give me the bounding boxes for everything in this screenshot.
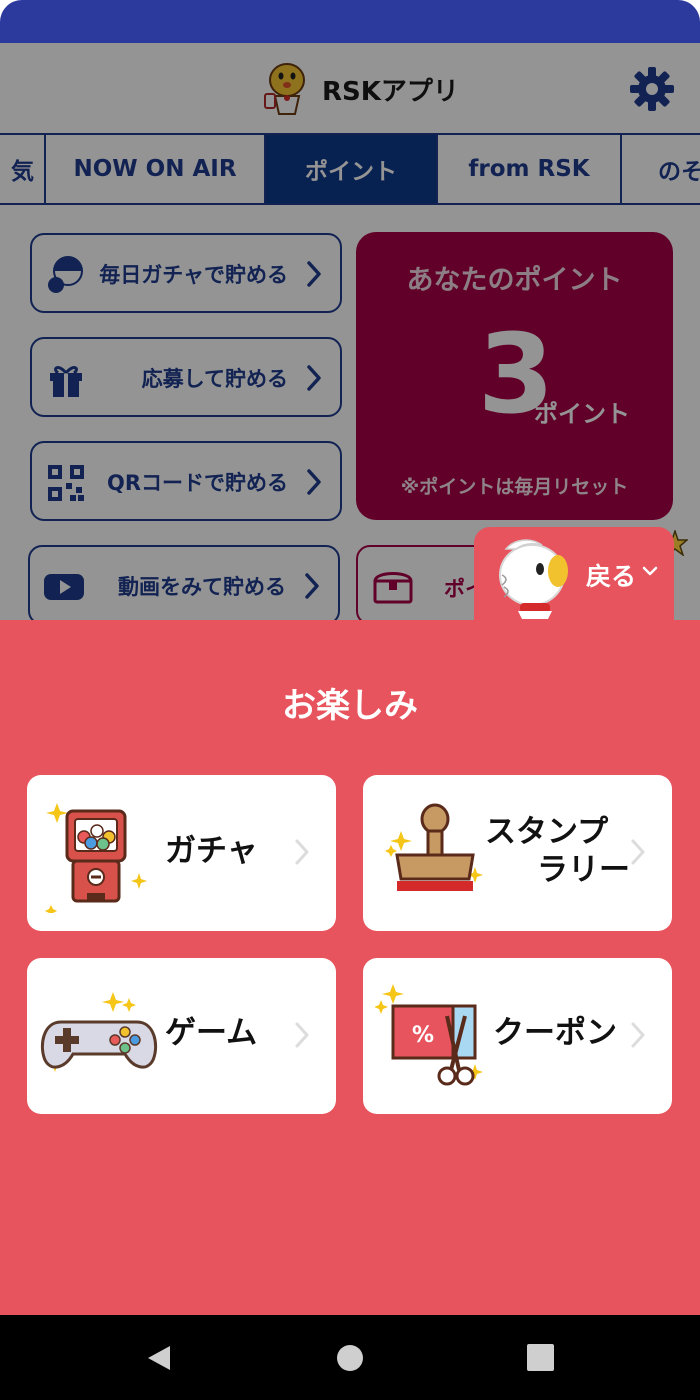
game-label: ゲーム (165, 1015, 258, 1051)
stamp-icon (385, 803, 483, 891)
gacha-label: ガチャ (165, 833, 258, 869)
stamp-rally-label-line1: スタンプ (485, 814, 609, 850)
entertainment-sheet: お楽しみ ガチャ スタンプ ラリー ゲーム % クーポン (0, 620, 700, 1315)
chevron-right-icon (295, 839, 309, 865)
nav-back-icon[interactable] (144, 1343, 174, 1373)
status-bar (0, 0, 700, 43)
back-button[interactable]: 戻る (474, 527, 674, 623)
sheet-title: お楽しみ (282, 686, 418, 726)
nav-recent-apps-icon[interactable] (527, 1344, 554, 1371)
stamp-rally-label-line2: ラリー (537, 852, 630, 888)
coupon-scissors-icon: % (375, 984, 483, 1086)
gacha-card[interactable]: ガチャ (27, 775, 336, 931)
stamp-rally-card[interactable]: スタンプ ラリー (363, 775, 672, 931)
back-label: 戻る (586, 562, 637, 591)
svg-text:%: % (412, 1023, 434, 1048)
game-card[interactable]: ゲーム (27, 958, 336, 1114)
system-nav-bar (0, 1315, 700, 1400)
gacha-machine-icon (45, 803, 147, 913)
chevron-right-icon (631, 839, 645, 865)
chevron-right-icon (631, 1022, 645, 1048)
nav-home-icon[interactable] (336, 1344, 364, 1372)
chevron-right-icon (295, 1022, 309, 1048)
chevron-down-icon (642, 566, 658, 576)
game-controller-icon (40, 992, 158, 1072)
mascot-icon (499, 539, 568, 619)
coupon-card[interactable]: % クーポン (363, 958, 672, 1114)
coupon-label: クーポン (493, 1015, 617, 1051)
